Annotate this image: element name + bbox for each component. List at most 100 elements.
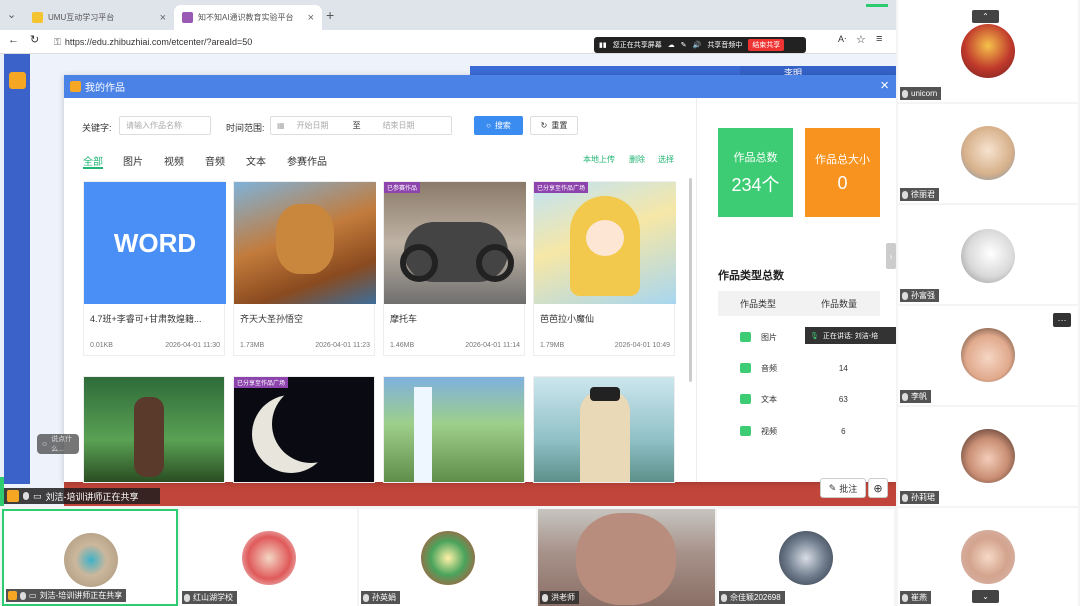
url-field[interactable]: ⚿ https://edu.zhibuzhiai.com/etcenter/?a…	[54, 34, 584, 50]
share-status: 您正在共享屏幕	[612, 42, 662, 49]
chevron-up-icon[interactable]: ⌃	[972, 10, 999, 23]
tab-text[interactable]: 文本	[246, 153, 266, 168]
poet-image	[580, 391, 630, 482]
zoom-button[interactable]: ⊕	[868, 478, 888, 498]
tab-all[interactable]: 全部	[83, 153, 103, 168]
local-upload-link[interactable]: 本地上传	[583, 154, 615, 165]
pen-icon: ✎	[828, 482, 837, 493]
shared-screen: ⌄ UMU互动学习平台 × 知不知AI通识教育实验平台 × + ← ↻ ⚿ ht…	[0, 0, 896, 506]
cloud-icon[interactable]: ☁	[668, 41, 675, 49]
mic-icon	[184, 593, 190, 602]
tab-list-icon[interactable]: ⌄	[7, 8, 16, 21]
tab-title: UMU互动学习平台	[48, 13, 115, 22]
list-scrollbar[interactable]	[689, 178, 692, 382]
work-card[interactable]: WORD 4.7班+李睿可+甘肃敦煌籍... 0.01KB 2026-04-01…	[83, 181, 226, 356]
total-size-label: 作品总大小	[815, 154, 870, 166]
contest-badge: 已参赛作品	[384, 182, 421, 193]
avatar	[961, 429, 1015, 483]
reload-icon[interactable]: ↻	[30, 33, 39, 46]
collections-icon[interactable]: ≡	[876, 33, 882, 45]
speaking-text: 正在讲话: 刘洁-培	[822, 332, 879, 340]
participant-tile[interactable]: 孙莉珺	[898, 407, 1078, 506]
type-row-video: 视频 6	[718, 421, 880, 441]
work-card[interactable]	[533, 376, 675, 483]
type-name: 图片	[760, 332, 777, 342]
close-tab-icon[interactable]: ×	[160, 12, 166, 24]
chevron-down-icon[interactable]: ⌄	[972, 590, 999, 603]
card-name: 齐天大圣孙悟空	[240, 314, 304, 324]
participant-tile[interactable]: 孙富强	[898, 205, 1078, 304]
select-link[interactable]: 选择	[658, 154, 674, 165]
chat-input[interactable]: ☺ 说点什么...	[37, 434, 79, 454]
name-tag: 孙富强	[900, 289, 939, 302]
work-card[interactable]: 已参赛作品 摩托车 1.46MB 2026-04-01 11:14	[383, 181, 526, 356]
work-card[interactable]	[83, 376, 225, 483]
participant-tile[interactable]: 红山湖学校	[180, 509, 357, 606]
type-name: 视频	[760, 426, 777, 436]
total-size-value: 0	[837, 173, 848, 193]
tab-audio[interactable]: 音频	[205, 153, 225, 168]
type-name: 音频	[760, 363, 777, 373]
new-tab-icon[interactable]: +	[326, 7, 334, 23]
pen-icon[interactable]: ✎	[681, 41, 687, 49]
participant-tile[interactable]: 孙英娟	[359, 509, 536, 606]
tab-contest[interactable]: 参赛作品	[287, 153, 327, 168]
participant-tile[interactable]: 佘佳颖202698	[717, 509, 894, 606]
card-name: 摩托车	[390, 314, 418, 324]
keyword-input[interactable]: 请输入作品名称	[119, 116, 211, 135]
keyword-placeholder: 请输入作品名称	[126, 121, 182, 130]
mic-icon	[902, 190, 908, 199]
chevron-right-icon[interactable]: ›	[886, 243, 896, 269]
end-share-button[interactable]: 结束共享	[748, 39, 785, 51]
moon-shadow	[272, 385, 350, 463]
delete-link[interactable]: 删除	[629, 154, 645, 165]
close-tab-icon[interactable]: ×	[308, 12, 314, 24]
participant-tile[interactable]: 李帆	[898, 306, 1078, 405]
zoom-icon: ⊕	[873, 482, 883, 495]
app-icon[interactable]	[9, 72, 26, 89]
reset-icon: ↻	[540, 121, 548, 130]
card-size: 1.79MB	[540, 342, 565, 349]
name-tag: 佘佳颖202698	[719, 591, 785, 604]
participant-tile[interactable]: ▭ 刘洁-培训讲师正在共享	[2, 509, 178, 606]
minimize-icon[interactable]	[866, 4, 888, 7]
work-card[interactable]: 已分享至作品广场 芭芭拉小魔仙 1.79MB 2026-04-01 10:49	[533, 181, 676, 356]
annotate-button[interactable]: ✎ 批注	[820, 478, 866, 498]
type-count: 63	[838, 394, 848, 404]
more-options-icon[interactable]: ···	[1053, 313, 1071, 327]
search-label: 搜索	[494, 121, 511, 130]
mic-icon: 🎙	[810, 332, 819, 340]
back-icon[interactable]: ←	[8, 34, 19, 46]
work-card[interactable]: 已分享至作品广场	[233, 376, 375, 483]
card-size: 1.73MB	[240, 342, 265, 349]
waterfall-image	[414, 387, 432, 482]
background-track-image	[64, 482, 896, 506]
participant-video-tile[interactable]: 洪老师	[538, 509, 715, 606]
search-button[interactable]: ○ 搜索	[474, 116, 523, 135]
type-row-text: 文本 63	[718, 389, 880, 409]
tab-umu[interactable]: UMU互动学习平台 ×	[24, 5, 174, 30]
tab-video[interactable]: 视频	[164, 153, 184, 168]
my-works-dialog: 我的作品 × 关键字: 请输入作品名称 时间范围: ▦ 开始日期 至 结束日期 …	[64, 75, 896, 483]
favorite-icon[interactable]: ☆	[856, 33, 866, 46]
work-card[interactable]	[383, 376, 525, 483]
participant-column: unicorn 徐丽君 孙富强 李帆 孙莉珺 崔燕	[896, 0, 1080, 606]
page-left-sidebar	[4, 54, 30, 484]
read-aloud-icon[interactable]: Aᐧ	[838, 34, 846, 45]
video-icon	[740, 426, 751, 436]
date-range-input[interactable]: ▦ 开始日期 至 结束日期	[270, 116, 452, 135]
avatar	[421, 531, 475, 585]
total-size-card: 作品总大小 0	[805, 128, 880, 217]
user-icon	[7, 490, 19, 502]
avatar	[961, 24, 1015, 78]
signal-icon: ▮▮	[599, 42, 607, 49]
mic-icon	[902, 291, 908, 300]
reset-button[interactable]: ↻ 重置	[530, 116, 578, 135]
tab-zhibuzhi[interactable]: 知不知AI通识教育实验平台 ×	[174, 5, 322, 30]
participant-row: ▭ 刘洁-培训讲师正在共享 红山湖学校 孙英娟 洪老师 佘佳颖202698	[0, 506, 896, 606]
mic-icon	[902, 593, 908, 602]
tab-image[interactable]: 图片	[123, 153, 143, 168]
work-card[interactable]: 齐天大圣孙悟空 1.73MB 2026-04-01 11:23	[233, 181, 376, 356]
participant-tile[interactable]: 徐丽君	[898, 104, 1078, 203]
close-icon[interactable]: ×	[880, 78, 889, 94]
